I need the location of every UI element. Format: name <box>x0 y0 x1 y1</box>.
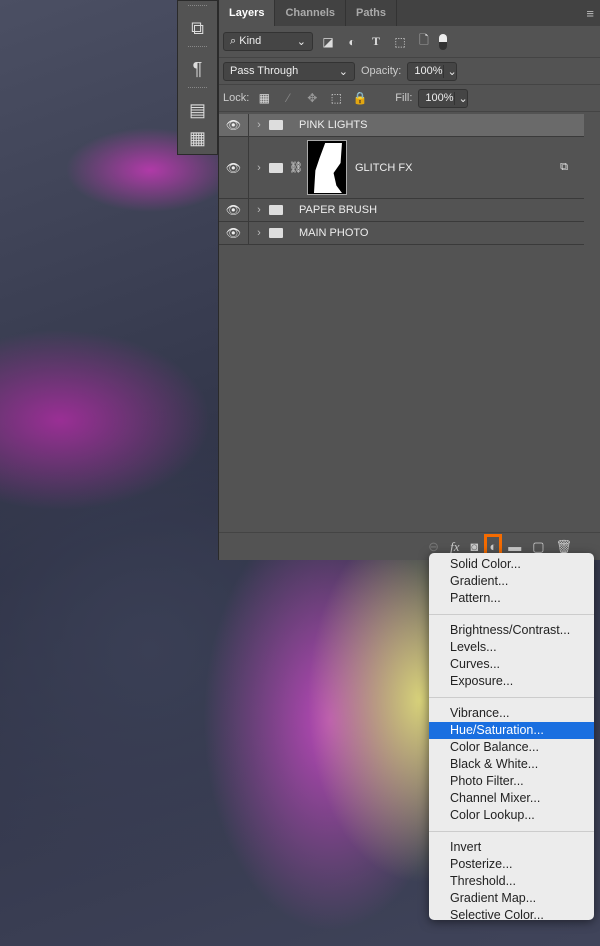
layer-row[interactable]: 👁 › PINK LIGHTS <box>219 114 584 137</box>
menu-separator <box>429 614 594 615</box>
menu-item[interactable]: Brightness/Contrast... <box>429 622 594 639</box>
chevron-right-icon[interactable]: › <box>253 162 265 174</box>
chevron-right-icon[interactable]: › <box>253 204 265 216</box>
folder-icon <box>269 120 283 130</box>
menu-separator <box>429 831 594 832</box>
filter-toggle[interactable] <box>439 33 447 50</box>
layer-row[interactable]: 👁 › MAIN PHOTO <box>219 222 584 245</box>
tab-paths[interactable]: Paths <box>346 0 397 26</box>
menu-item[interactable]: Hue/Saturation... <box>429 722 594 739</box>
notes-icon[interactable]: ▦ <box>178 124 217 152</box>
menu-item[interactable]: Pattern... <box>429 590 594 607</box>
lock-all-icon[interactable]: 🔒 <box>351 91 369 105</box>
fill-label: Fill: <box>395 92 413 104</box>
menu-item[interactable]: Vibrance... <box>429 705 594 722</box>
menu-item[interactable]: Selective Color... <box>429 907 594 924</box>
folder-icon <box>269 205 283 215</box>
opacity-field[interactable]: 100% ⌄ <box>407 61 458 81</box>
layer-list: 👁 › PINK LIGHTS 👁 › ⛓ GLITCH FX ⧉ 👁 › PAPER BRUS… <box>219 114 584 245</box>
chevron-right-icon[interactable]: › <box>253 227 265 239</box>
kind-filter-select[interactable]: ⌕ Kind ⌄ <box>223 32 313 51</box>
menu-item[interactable]: Gradient Map... <box>429 890 594 907</box>
panel-menu-icon[interactable]: ≡ <box>586 6 594 21</box>
tool-strip: ⧉ ¶ ▤ ▦ <box>177 0 218 155</box>
pixel-filter-icon[interactable]: ◪ <box>319 35 337 49</box>
menu-item[interactable]: Photo Filter... <box>429 773 594 790</box>
menu-item[interactable]: Gradient... <box>429 573 594 590</box>
layout-icon[interactable]: ▤ <box>178 96 217 124</box>
menu-item[interactable]: Color Lookup... <box>429 807 594 824</box>
type-filter-icon[interactable]: T <box>367 34 385 49</box>
adjustment-filter-icon[interactable]: ◐ <box>343 35 361 49</box>
shape-filter-icon[interactable]: ⬚ <box>391 35 409 49</box>
menu-item[interactable]: Invert <box>429 839 594 856</box>
eye-icon[interactable]: 👁 <box>219 199 249 221</box>
menu-item[interactable]: Threshold... <box>429 873 594 890</box>
kind-label: Kind <box>239 35 262 47</box>
menu-item[interactable]: Channel Mixer... <box>429 790 594 807</box>
fill-field[interactable]: 100% ⌄ <box>418 88 469 108</box>
chevron-right-icon[interactable]: › <box>253 119 265 131</box>
layer-row[interactable]: 👁 › ⛓ GLITCH FX ⧉ <box>219 137 584 199</box>
eye-icon[interactable]: 👁 <box>219 114 249 136</box>
layers-panel: Layers Channels Paths ≡ ⌕ Kind ⌄ ◪ ◐ T ⬚ … <box>218 0 600 560</box>
opacity-label: Opacity: <box>361 65 402 77</box>
blend-mode-select[interactable]: Pass Through ⌄ <box>223 61 355 81</box>
adjustment-icon[interactable]: ◐ <box>484 534 503 559</box>
adjustment-menu: Solid Color... Gradient... Pattern... Brigh… <box>429 553 594 922</box>
smart-object-filter-icon[interactable]: 🗋 <box>415 31 433 52</box>
mask-icon[interactable]: ◙ <box>470 539 478 554</box>
menu-item[interactable]: Color Balance... <box>429 739 594 756</box>
menu-separator <box>429 697 594 698</box>
layer-mask-thumbnail[interactable] <box>306 140 347 195</box>
group-clip-icon: ⧉ <box>560 161 568 173</box>
layer-row[interactable]: 👁 › PAPER BRUSH <box>219 199 584 222</box>
transform-icon[interactable]: ⧉ <box>178 14 217 42</box>
search-icon: ⌕ <box>230 35 237 47</box>
tab-layers[interactable]: Layers <box>219 0 276 26</box>
menu-item[interactable]: Black & White... <box>429 756 594 773</box>
folder-icon <box>269 162 283 173</box>
menu-item[interactable]: Levels... <box>429 639 594 656</box>
menu-item[interactable]: Solid Color... <box>429 556 594 573</box>
menu-item[interactable]: Curves... <box>429 656 594 673</box>
folder-icon <box>269 228 283 238</box>
eye-icon[interactable]: 👁 <box>219 222 249 244</box>
menu-item[interactable]: Exposure... <box>429 673 594 690</box>
menu-item[interactable]: Posterize... <box>429 856 594 873</box>
lock-move-icon[interactable]: ✥ <box>303 91 321 105</box>
lock-label: Lock: <box>223 92 250 104</box>
tab-channels[interactable]: Channels <box>275 0 346 26</box>
paragraph-icon[interactable]: ¶ <box>178 55 217 83</box>
folder-icon[interactable]: ▬ <box>508 539 521 554</box>
lock-transparent-icon[interactable]: ▦ <box>255 91 273 105</box>
lock-artboard-icon[interactable]: ⬚ <box>327 91 345 105</box>
chain-link-icon[interactable]: ⛓ <box>289 161 303 174</box>
lock-brush-icon[interactable]: ⁄ <box>279 91 297 105</box>
eye-icon[interactable]: 👁 <box>219 137 249 198</box>
